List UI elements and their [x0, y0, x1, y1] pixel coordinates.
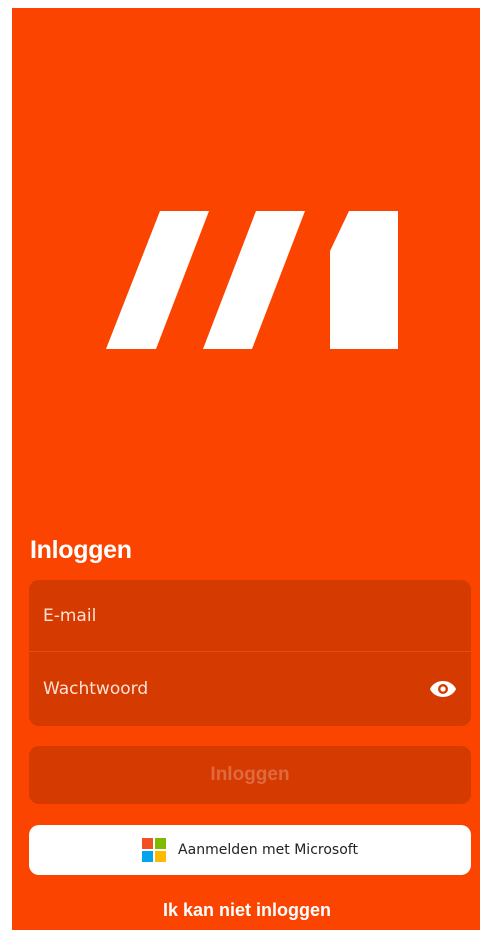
credentials-form: [29, 580, 471, 726]
login-title: Inloggen: [30, 536, 132, 564]
microsoft-signin-button[interactable]: Aanmelden met Microsoft: [29, 825, 471, 875]
microsoft-logo-icon: [142, 838, 167, 862]
email-input[interactable]: [43, 605, 403, 626]
brand-logo-icon: [106, 211, 398, 349]
password-input[interactable]: [43, 679, 403, 699]
password-field[interactable]: [29, 653, 471, 725]
microsoft-signin-label: Aanmelden met Microsoft: [178, 842, 358, 858]
cant-login-link[interactable]: Ik kan niet inloggen: [12, 900, 480, 921]
login-button[interactable]: Inloggen: [29, 746, 471, 804]
logo-stripe-middle: [203, 211, 305, 349]
eye-icon[interactable]: [429, 679, 457, 699]
logo-stripe-right: [330, 211, 398, 349]
logo-stripe-left: [106, 211, 209, 349]
login-screen: Inloggen Inloggen Aanmelden met Microsof…: [12, 8, 480, 930]
email-field[interactable]: [29, 580, 471, 652]
